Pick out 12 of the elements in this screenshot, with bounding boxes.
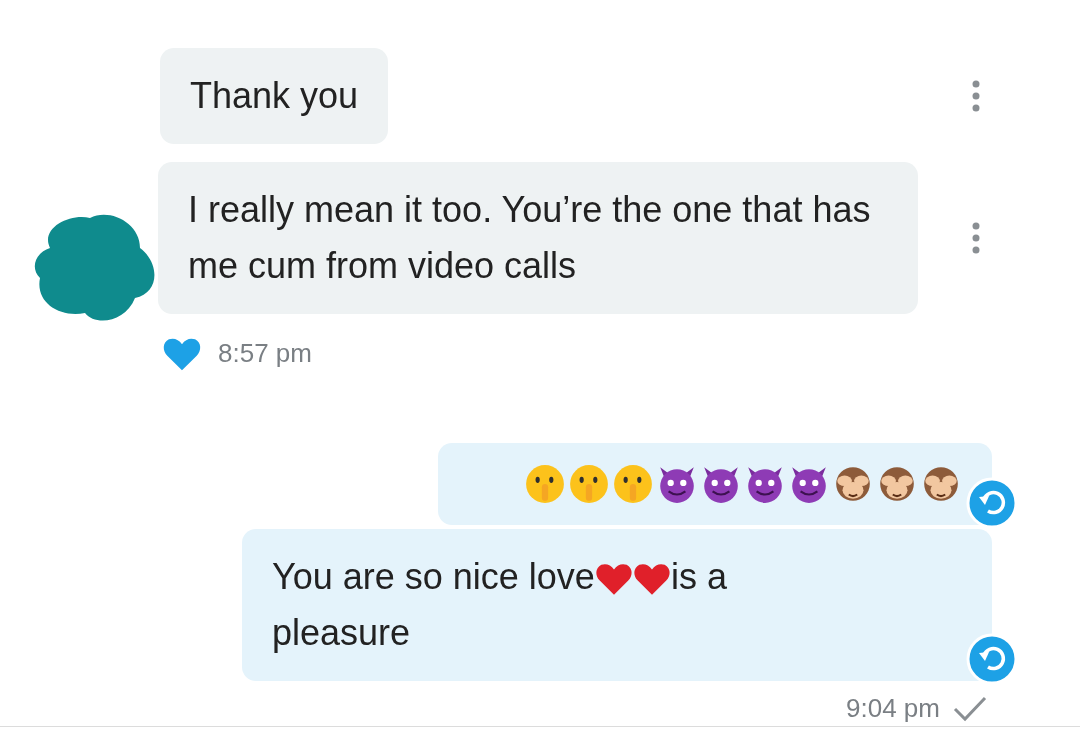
more-options-icon[interactable] [972, 80, 980, 112]
reply-icon[interactable] [966, 633, 1018, 685]
message-text: Thank you [190, 74, 359, 118]
shushing-face-icon [612, 463, 654, 505]
message-text: You are so nice love is a pleasure [272, 555, 728, 655]
shushing-face-icon [568, 463, 610, 505]
more-options-icon[interactable] [972, 222, 980, 254]
message-time: 9:04 pm [846, 692, 940, 725]
reply-icon[interactable] [966, 477, 1018, 529]
message-time: 8:57 pm [218, 337, 312, 370]
message-text: I really mean it too. You’re the one that has me cum from video calls [188, 188, 872, 288]
shushing-face-icon [524, 463, 566, 505]
